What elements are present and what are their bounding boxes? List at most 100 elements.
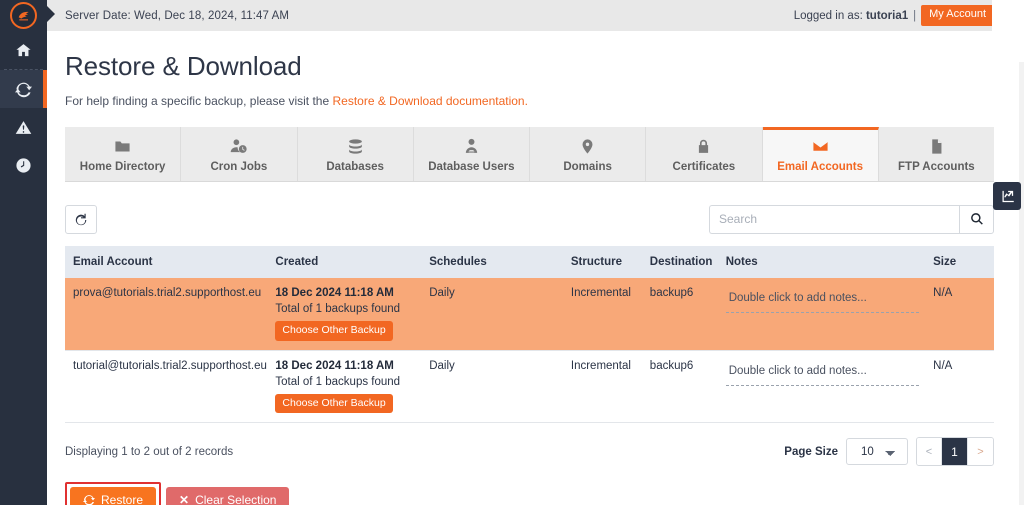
action-bar: Restore ✕ Clear Selection <box>65 482 994 505</box>
cell-schedules: Daily <box>421 278 563 351</box>
cell-email: tutorial@tutorials.trial2.supporthost.eu <box>65 350 268 423</box>
created-subtext: Total of 1 backups found <box>275 303 401 315</box>
sidebar-item-home[interactable] <box>0 31 47 69</box>
brand-logo-icon <box>10 2 37 29</box>
clock-icon <box>16 157 31 173</box>
topbar-right-edge <box>992 0 1024 31</box>
refresh-icon <box>75 213 87 226</box>
restore-highlight-outline: Restore <box>65 482 162 505</box>
home-icon <box>16 43 31 56</box>
map-pin-icon <box>532 136 643 156</box>
page-inner: Restore & Download For help finding a sp… <box>47 51 1024 505</box>
my-account-button[interactable]: My Account <box>921 5 994 26</box>
records-count-label: Displaying 1 to 2 out of 2 records <box>65 445 234 458</box>
logged-in-prefix: Logged in as: <box>793 9 863 22</box>
clear-selection-button[interactable]: ✕ Clear Selection <box>166 487 290 505</box>
clear-selection-label: Clear Selection <box>195 493 277 505</box>
restore-sync-icon <box>15 82 32 97</box>
sidebar-logo[interactable] <box>0 0 47 31</box>
topbar-separator: | <box>913 9 917 22</box>
topbar-right: Logged in as: tutoria1 | My Account <box>794 5 994 26</box>
tab-database-users[interactable]: Database Users <box>413 127 530 181</box>
tab-label: Home Directory <box>79 161 166 173</box>
database-icon <box>300 136 411 156</box>
user-clock-icon <box>183 136 294 156</box>
backup-type-tabs: Home Directory Cron Jobs Databases Datab… <box>65 127 994 182</box>
table-footer: Displaying 1 to 2 out of 2 records Page … <box>65 437 994 466</box>
search-button[interactable] <box>959 204 994 234</box>
refresh-button[interactable] <box>65 204 97 234</box>
sidebar-item-restore[interactable] <box>0 70 47 108</box>
tab-certificates[interactable]: Certificates <box>646 127 763 181</box>
search-icon <box>970 213 983 225</box>
column-created[interactable]: Created <box>267 246 422 278</box>
cell-destination: backup6 <box>641 278 718 351</box>
file-icon <box>881 136 992 156</box>
tab-label: Email Accounts <box>777 161 864 173</box>
tab-ftp-accounts[interactable]: FTP Accounts <box>878 127 994 181</box>
topbar: Server Date: Wed, Dec 18, 2024, 11:47 AM… <box>47 0 1024 31</box>
page-number-button[interactable]: 1 <box>942 438 968 465</box>
notes-input[interactable]: Double click to add notes... <box>725 289 920 313</box>
logged-in-label: Logged in as: tutoria1 <box>794 10 908 22</box>
cell-structure: Incremental <box>562 278 642 351</box>
tab-label: Databases <box>326 161 384 173</box>
column-structure[interactable]: Structure <box>562 246 642 278</box>
table-body: prova@tutorials.trial2.supporthost.eu 18… <box>65 278 994 423</box>
tab-label: Cron Jobs <box>210 161 268 173</box>
cell-created: 18 Dec 2024 11:18 AM Total of 1 backups … <box>267 350 422 423</box>
tab-domains[interactable]: Domains <box>530 127 647 181</box>
column-size[interactable]: Size <box>925 246 994 278</box>
tab-home-directory[interactable]: Home Directory <box>65 127 182 181</box>
chart-stats-icon <box>1002 190 1014 202</box>
documentation-link[interactable]: Restore & Download documentation. <box>332 94 527 108</box>
cell-structure: Incremental <box>562 350 642 423</box>
username-label: tutoria1 <box>865 9 909 22</box>
prev-page-button[interactable]: < <box>917 438 942 465</box>
cell-size: N/A <box>925 350 994 423</box>
table-row[interactable]: tutorial@tutorials.trial2.supporthost.eu… <box>65 350 994 423</box>
tab-label: Database Users <box>428 161 515 173</box>
choose-other-backup-button[interactable]: Choose Other Backup <box>275 321 393 341</box>
table-header-row: Email Account Created Schedules Structur… <box>65 246 994 278</box>
cell-schedules: Daily <box>421 350 563 423</box>
tab-databases[interactable]: Databases <box>297 127 414 181</box>
close-x-icon: ✕ <box>179 493 190 505</box>
column-destination[interactable]: Destination <box>641 246 718 278</box>
cell-notes: Double click to add notes... <box>717 278 926 351</box>
choose-other-backup-button[interactable]: Choose Other Backup <box>275 393 393 413</box>
restore-button[interactable]: Restore <box>70 487 157 505</box>
page-size-label: Page Size <box>784 445 838 458</box>
cell-notes: Double click to add notes... <box>717 350 926 423</box>
backups-table: Email Account Created Schedules Structur… <box>65 246 994 423</box>
created-subtext: Total of 1 backups found <box>275 375 401 388</box>
restore-button-label: Restore <box>101 493 144 505</box>
tab-email-accounts[interactable]: Email Accounts <box>762 127 879 181</box>
table-head: Email Account Created Schedules Structur… <box>65 246 994 278</box>
sidebar <box>0 0 47 505</box>
page-size-select[interactable]: 102550100 <box>846 438 908 465</box>
folder-icon <box>67 136 178 156</box>
sidebar-item-alerts[interactable] <box>0 108 47 146</box>
app-root: Server Date: Wed, Dec 18, 2024, 11:47 AM… <box>0 0 1024 505</box>
stats-widget-button[interactable] <box>993 182 1021 210</box>
sidebar-item-history[interactable] <box>0 146 47 184</box>
search-input[interactable] <box>709 204 959 234</box>
column-email-account[interactable]: Email Account <box>65 246 268 278</box>
restore-sync-icon <box>83 495 95 505</box>
column-schedules[interactable]: Schedules <box>421 246 563 278</box>
column-notes[interactable]: Notes <box>717 246 926 278</box>
warning-triangle-icon <box>15 120 32 134</box>
users-database-icon <box>416 136 527 156</box>
page-content: Restore & Download For help finding a sp… <box>47 31 1024 505</box>
envelope-icon <box>765 136 876 156</box>
cell-created: 18 Dec 2024 11:18 AM Total of 1 backups … <box>267 278 422 351</box>
next-page-button[interactable]: > <box>968 438 993 465</box>
page-title: Restore & Download <box>65 51 302 81</box>
notes-input[interactable]: Double click to add notes... <box>725 362 920 386</box>
pagination: Page Size 102550100 < 1 > <box>784 437 994 466</box>
table-row[interactable]: prova@tutorials.trial2.supporthost.eu 18… <box>65 278 994 351</box>
tab-label: Domains <box>563 161 612 173</box>
tab-cron-jobs[interactable]: Cron Jobs <box>181 127 298 181</box>
tab-label: FTP Accounts <box>898 161 975 173</box>
